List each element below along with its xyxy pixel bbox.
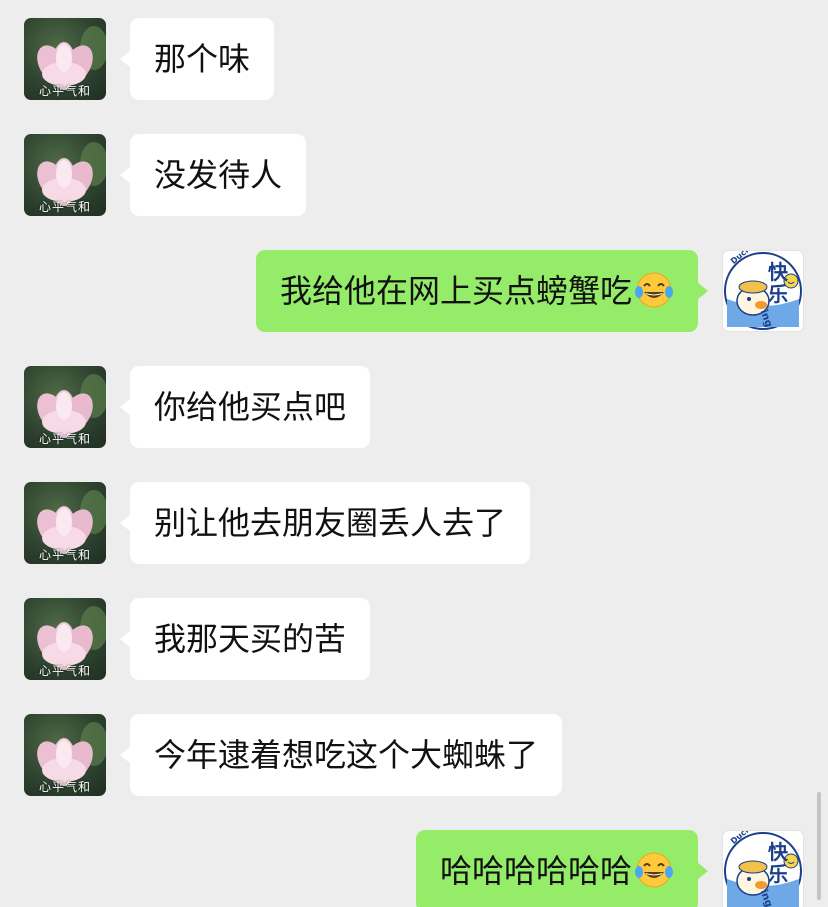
message-text: 那个味 [154,40,251,78]
message-text: 你给他买点吧 [154,388,347,426]
message-text: 没发待人 [154,156,283,194]
message-row: 心平气和 那个味 [0,18,828,102]
contact-avatar[interactable]: 心平气和 [24,134,106,216]
self-avatar[interactable]: DuckDuck 快乐 ing [722,830,804,907]
message-bubble[interactable]: 哈哈哈哈哈哈 [415,830,709,907]
message-bubble[interactable]: 那个味 [119,18,275,100]
avatar-label: 心平气和 [38,200,91,214]
avatar-label: 心平气和 [38,84,91,98]
message-text: 哈哈哈哈哈哈 [439,852,632,890]
message-bubble[interactable]: 我给他在网上买点螃蟹吃 [255,250,709,332]
message-row: 心平气和 我那天买的苦 [0,598,828,682]
contact-avatar[interactable]: 心平气和 [24,18,106,100]
message-row: 心平气和 没发待人 [0,134,828,218]
message-bubble[interactable]: 你给他买点吧 [119,366,371,448]
message-text: 我那天买的苦 [154,620,347,658]
avatar-label: 心平气和 [38,780,91,794]
message-text: 我给他在网上买点螃蟹吃 [279,272,632,310]
tears-of-joy-emoji-icon [635,272,673,308]
message-text: 今年逮着想吃这个大蜘蛛了 [154,736,539,774]
avatar-label: 心平气和 [38,664,91,678]
message-bubble[interactable]: 我那天买的苦 [119,598,371,680]
message-bubble[interactable]: 别让他去朋友圈丢人去了 [119,482,531,564]
message-row: 心平气和 你给他买点吧 [0,366,828,450]
message-row: 心平气和 别让他去朋友圈丢人去了 [0,482,828,566]
message-bubble[interactable]: 今年逮着想吃这个大蜘蛛了 [119,714,563,796]
contact-avatar[interactable]: 心平气和 [24,598,106,680]
self-avatar[interactable]: DuckDuck 快乐 ing [722,250,804,332]
avatar-label: 心平气和 [38,548,91,562]
message-text: 别让他去朋友圈丢人去了 [154,504,507,542]
avatar-text: 快乐 [768,840,788,886]
contact-avatar[interactable]: 心平气和 [24,714,106,796]
message-row: 心平气和 今年逮着想吃这个大蜘蛛了 [0,714,828,798]
chat-message-list[interactable]: 心平气和 那个味 心平气和 没发待人 我给他在网上买点螃蟹吃 快乐 ing 心平… [0,0,828,907]
message-row: 哈哈哈哈哈哈 DuckDuck 快乐 [0,830,828,907]
scrollbar[interactable] [817,792,821,900]
avatar-text: 快乐 [768,260,788,306]
avatar-label: 心平气和 [38,432,91,446]
message-bubble[interactable]: 没发待人 [119,134,307,216]
contact-avatar[interactable]: 心平气和 [24,482,106,564]
tears-of-joy-emoji-icon [635,852,673,888]
contact-avatar[interactable]: 心平气和 [24,366,106,448]
message-row: 我给他在网上买点螃蟹吃 DuckDuck 快 [0,250,828,334]
